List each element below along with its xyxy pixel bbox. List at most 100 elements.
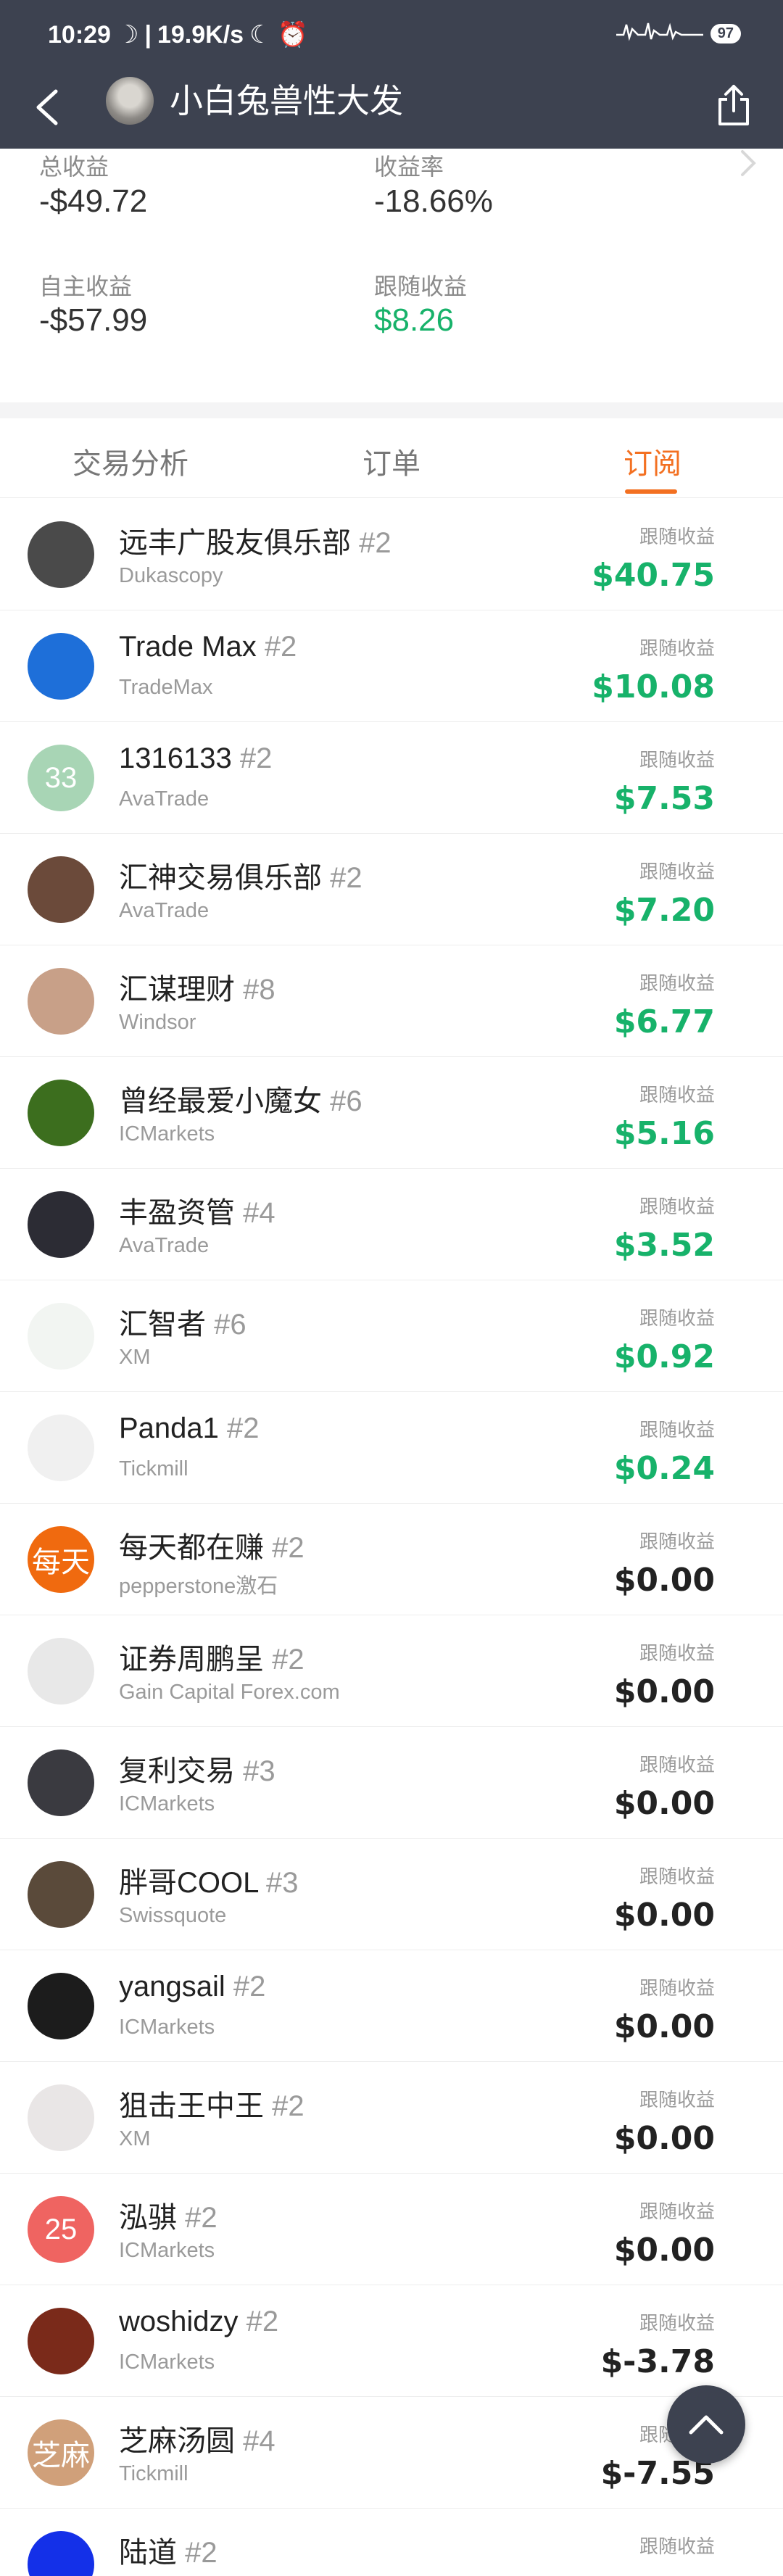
- list-item-name: 曾经最爱小魔女 #6: [119, 1077, 362, 1119]
- broker-name: ICMarkets: [119, 2239, 215, 2262]
- trader-tag: #2: [272, 1532, 304, 1564]
- follow-profit-value: $0.00: [613, 1673, 715, 1710]
- list-item[interactable]: 25 泓骐 #2 ICMarkets 跟随收益 $0.00: [0, 2174, 783, 2285]
- list-item[interactable]: 证券周鹏呈 #2 Gain Capital Forex.com 跟随收益 $0.00: [0, 1615, 783, 1727]
- avatar: [28, 2308, 94, 2374]
- status-time: 10:29: [48, 20, 111, 49]
- list-item[interactable]: 每天 每天都在赚 #2 pepperstone激石 跟随收益 $0.00: [0, 1504, 783, 1615]
- avatar: [28, 1973, 94, 2039]
- broker-name: ICMarkets: [119, 1122, 215, 1146]
- list-item-name: Trade Max #2: [119, 631, 297, 663]
- list-item[interactable]: 芝麻芝麻汤圆 #4Tickmill跟随收益$-7.55: [0, 2397, 783, 2509]
- trader-name: 证券周鹏呈: [119, 1644, 264, 1676]
- list-item[interactable]: 33 1316133 #2 AvaTrade 跟随收益 $7.53: [0, 722, 783, 834]
- follow-profit-label: 跟随收益: [639, 2535, 715, 2557]
- follow-profit-label: 跟随收益: [639, 1754, 715, 1776]
- own-profit-label: 自主收益: [39, 273, 133, 299]
- trader-name: 汇谋理财: [119, 974, 235, 1006]
- broker-name: AvaTrade: [119, 899, 210, 922]
- follow-profit-value: $7.20: [613, 892, 715, 929]
- follow-profit-label: 跟随收益: [639, 1196, 715, 1217]
- tab-subscriptions[interactable]: 订阅: [624, 440, 682, 482]
- trader-name: 复利交易: [119, 1755, 235, 1787]
- broker-name: XM: [119, 2127, 151, 2150]
- status-bar: 10:29 ☽ | 19.9K/s ☾ ⏰ 97: [0, 0, 783, 69]
- page-title: 小白兔兽性大发: [170, 82, 403, 120]
- trader-name: 汇神交易俱乐部: [119, 862, 322, 894]
- tab-orders[interactable]: 订单: [362, 440, 420, 482]
- trader-name: 汇智者: [119, 1309, 206, 1341]
- list-item-name: 汇神交易俱乐部 #2: [119, 854, 362, 896]
- broker-name: ICMarkets: [119, 2351, 215, 2374]
- list-item-name: woshidzy #2: [119, 2306, 278, 2338]
- trader-name: 胖哥COOL: [119, 1867, 258, 1899]
- profit-rate-label: 收益率: [374, 154, 444, 180]
- list-item[interactable]: 陆道 #2 跟随收益: [0, 2509, 783, 2576]
- list-item-name: yangsail #2: [119, 1971, 265, 2003]
- total-profit-label: 总收益: [39, 154, 109, 180]
- user-avatar[interactable]: [106, 77, 154, 125]
- trader-name: 远丰广股友俱乐部: [119, 527, 351, 559]
- avatar: 25: [28, 2196, 94, 2263]
- follow-profit-label: 跟随收益: [639, 1419, 715, 1441]
- avatar: [28, 2531, 94, 2576]
- trader-name: 1316133: [119, 742, 232, 774]
- follow-profit-label: 跟随收益: [639, 1084, 715, 1106]
- list-item[interactable]: yangsail #2 ICMarkets 跟随收益 $0.00: [0, 1950, 783, 2062]
- trader-tag: #6: [214, 1309, 246, 1341]
- follow-profit-label: 跟随收益: [639, 972, 715, 994]
- section-divider: [0, 402, 783, 418]
- avatar: [28, 633, 94, 700]
- list-item[interactable]: woshidzy #2 ICMarkets 跟随收益 $-3.78: [0, 2285, 783, 2397]
- avatar: 每天: [28, 1526, 94, 1593]
- list-item[interactable]: 汇智者 #6 XM 跟随收益 $0.92: [0, 1280, 783, 1392]
- follow-profit-label: 跟随收益: [639, 1977, 715, 1999]
- follow-profit-value: $0.00: [613, 2120, 715, 2157]
- list-item-name: 汇智者 #6: [119, 1301, 246, 1343]
- list-item[interactable]: 复利交易 #3 ICMarkets 跟随收益 $0.00: [0, 1727, 783, 1839]
- list-item[interactable]: 狙击王中王 #2 XM 跟随收益 $0.00: [0, 2062, 783, 2174]
- list-item-name: 远丰广股友俱乐部 #2: [119, 519, 392, 561]
- follow-profit-label: 跟随收益: [639, 1531, 715, 1552]
- status-left: 10:29 ☽ | 19.9K/s ☾ ⏰: [48, 20, 308, 49]
- list-item[interactable]: 丰盈资管 #4 AvaTrade 跟随收益 $3.52: [0, 1169, 783, 1280]
- list-item-name: 丰盈资管 #4: [119, 1189, 276, 1231]
- status-right: 97: [616, 20, 741, 46]
- trader-tag: #2: [330, 862, 362, 894]
- chevron-left-icon: [36, 89, 58, 125]
- trader-name: Panda1: [119, 1412, 219, 1444]
- tab-trade-analysis[interactable]: 交易分析: [72, 440, 188, 482]
- chevron-right-icon[interactable]: [732, 149, 761, 178]
- list-item[interactable]: Trade Max #2 TradeMax 跟随收益 $10.08: [0, 610, 783, 722]
- trader-tag: #2: [272, 2090, 304, 2122]
- list-item[interactable]: 汇谋理财 #8 Windsor 跟随收益 $6.77: [0, 945, 783, 1057]
- list-item-name: Panda1 #2: [119, 1412, 260, 1445]
- trader-name: yangsail: [119, 1971, 225, 2003]
- broker-name: ICMarkets: [119, 1792, 215, 1815]
- back-button[interactable]: [22, 82, 72, 133]
- broker-name: ICMarkets: [119, 2016, 215, 2039]
- follow-profit-value: $10.08: [592, 668, 715, 705]
- list-item[interactable]: 远丰广股友俱乐部 #2 Dukascopy 跟随收益 $40.75: [0, 499, 783, 610]
- trader-name: 陆道: [119, 2537, 177, 2569]
- moon-icon: ☽: [116, 21, 139, 49]
- list-item[interactable]: 曾经最爱小魔女 #6 ICMarkets 跟随收益 $5.16: [0, 1057, 783, 1169]
- follow-profit-value: $-3.78: [600, 2343, 715, 2380]
- scroll-top-button[interactable]: [667, 2385, 745, 2464]
- list-item[interactable]: Panda1 #2 Tickmill 跟随收益 $0.24: [0, 1392, 783, 1504]
- follow-profit-label: 跟随收益: [639, 637, 715, 659]
- profit-stats: 总收益 -$49.72 收益率 -18.66% 自主收益 -$57.99 跟随收…: [0, 149, 783, 406]
- follow-profit-value: $0.00: [613, 1785, 715, 1822]
- list-item[interactable]: 汇神交易俱乐部 #2 AvaTrade 跟随收益 $7.20: [0, 834, 783, 945]
- follow-profit-value: $0.00: [613, 2008, 715, 2045]
- list-item[interactable]: 胖哥COOL #3 Swissquote 跟随收益 $0.00: [0, 1839, 783, 1950]
- broker-name: XM: [119, 1346, 151, 1369]
- avatar: 芝麻: [28, 2419, 94, 2486]
- trader-name: Trade Max: [119, 631, 257, 663]
- share-button[interactable]: [706, 78, 761, 133]
- trader-name: 泓骐: [119, 2202, 177, 2234]
- trader-tag: #2: [246, 2306, 279, 2337]
- active-tab-indicator: [625, 489, 677, 494]
- status-divider: |: [144, 20, 152, 49]
- follow-profit-value: $0.24: [613, 1450, 715, 1487]
